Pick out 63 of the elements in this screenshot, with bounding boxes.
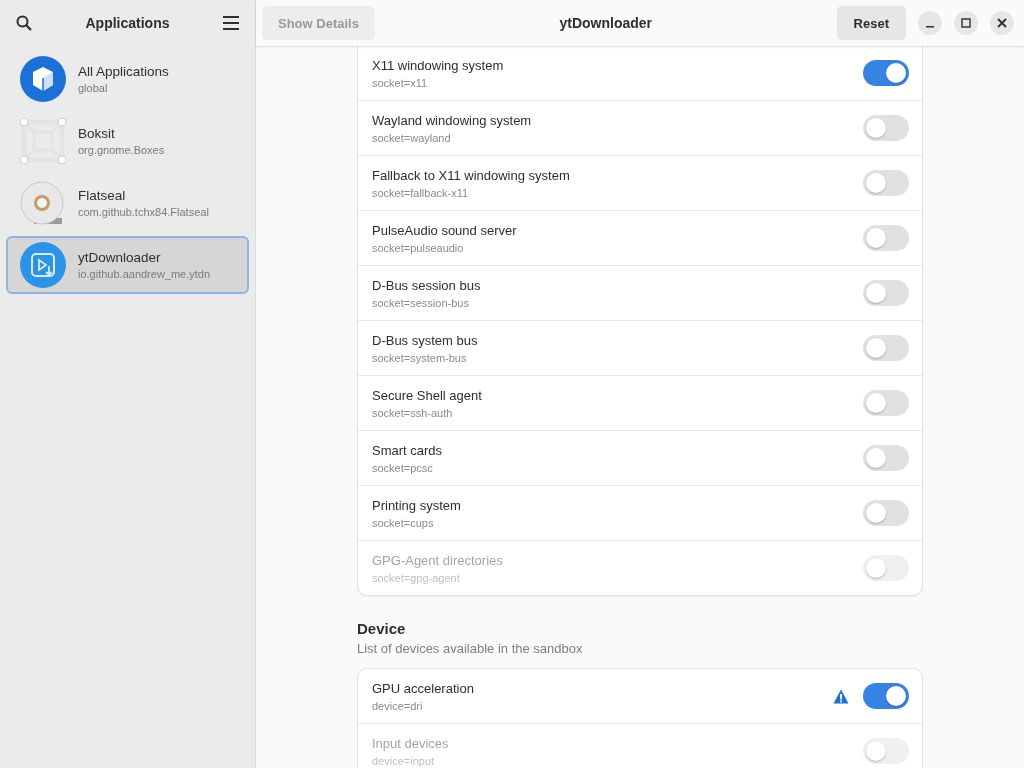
permission-key: socket=x11 bbox=[372, 76, 863, 89]
permission-key: socket=cups bbox=[372, 516, 863, 529]
minimize-button[interactable] bbox=[918, 11, 942, 35]
sidebar-title: Applications bbox=[85, 15, 170, 31]
app-id: com.github.tchx84.Flatseal bbox=[78, 206, 209, 218]
app-id: global bbox=[78, 82, 109, 94]
maximize-button[interactable] bbox=[954, 11, 978, 35]
app-list-item[interactable]: ytDownloader io.github.aandrew_me.ytdn bbox=[6, 236, 249, 294]
section-description: List of devices available in the sandbox bbox=[357, 641, 584, 656]
maximize-icon bbox=[961, 18, 971, 28]
app-id: org.gnome.Boxes bbox=[78, 144, 165, 156]
permission-title: Printing system bbox=[372, 497, 462, 513]
toggle-switch[interactable] bbox=[863, 170, 909, 196]
permission-key: socket=pcsc bbox=[372, 461, 863, 474]
permission-title: PulseAudio sound server bbox=[372, 222, 518, 238]
app-list-item[interactable]: All Applications global bbox=[6, 50, 249, 108]
search-icon[interactable] bbox=[16, 15, 32, 31]
toggle-switch[interactable] bbox=[863, 390, 909, 416]
app-name: Boksit bbox=[78, 126, 116, 141]
toggle-switch[interactable] bbox=[863, 500, 909, 526]
tape-roll-icon bbox=[20, 180, 66, 226]
toggle-switch[interactable] bbox=[863, 225, 909, 251]
app-id: io.github.aandrew_me.ytdn bbox=[78, 268, 211, 280]
cube-icon bbox=[20, 56, 66, 102]
close-button[interactable] bbox=[990, 11, 1014, 35]
app-list-item[interactable]: Flatseal com.github.tchx84.Flatseal bbox=[6, 174, 249, 232]
window-title: ytDownloader bbox=[558, 15, 654, 31]
permission-key: device=input bbox=[372, 754, 863, 767]
permission-key: socket=session-bus bbox=[372, 296, 863, 309]
permission-key: socket=fallback-x11 bbox=[372, 186, 863, 199]
permission-key: socket=system-bus bbox=[372, 351, 863, 364]
permission-title: Secure Shell agent bbox=[372, 387, 483, 403]
toggle-switch[interactable] bbox=[863, 115, 909, 141]
permission-title: Input devices bbox=[372, 735, 450, 751]
permission-title: X11 windowing system bbox=[372, 57, 505, 73]
permission-title: GPU acceleration bbox=[372, 680, 475, 696]
permission-title: GPG-Agent directories bbox=[372, 552, 504, 568]
menu-icon[interactable] bbox=[223, 16, 239, 30]
toggle-switch[interactable] bbox=[863, 60, 909, 86]
section-heading: Device bbox=[357, 620, 407, 637]
permission-title: Wayland windowing system bbox=[372, 112, 533, 128]
toggle-switch[interactable] bbox=[863, 335, 909, 361]
permission-title: D-Bus system bus bbox=[372, 332, 479, 348]
video-download-icon bbox=[20, 242, 66, 288]
minimize-icon bbox=[926, 26, 934, 28]
toggle-switch[interactable] bbox=[863, 683, 909, 709]
permission-key: device=dri bbox=[372, 699, 833, 712]
permission-key: socket=ssh-auth bbox=[372, 406, 863, 419]
permission-key: socket=pulseaudio bbox=[372, 241, 863, 254]
permission-key: socket=gpg-agent bbox=[372, 571, 863, 584]
app-name: Flatseal bbox=[78, 188, 127, 203]
reset-button[interactable]: Reset bbox=[836, 6, 906, 40]
toggle-switch[interactable] bbox=[863, 445, 909, 471]
toggle-switch[interactable] bbox=[863, 280, 909, 306]
app-name: ytDownloader bbox=[78, 250, 162, 265]
close-icon bbox=[997, 18, 1007, 28]
permission-title: Fallback to X11 windowing system bbox=[372, 167, 571, 183]
permission-key: socket=wayland bbox=[372, 131, 863, 144]
app-list-item[interactable]: Boksit org.gnome.Boxes bbox=[6, 112, 249, 170]
permission-title: Smart cards bbox=[372, 442, 444, 458]
app-name: All Applications bbox=[78, 64, 169, 79]
permission-title: D-Bus session bus bbox=[372, 277, 482, 293]
frame-icon bbox=[20, 118, 66, 164]
